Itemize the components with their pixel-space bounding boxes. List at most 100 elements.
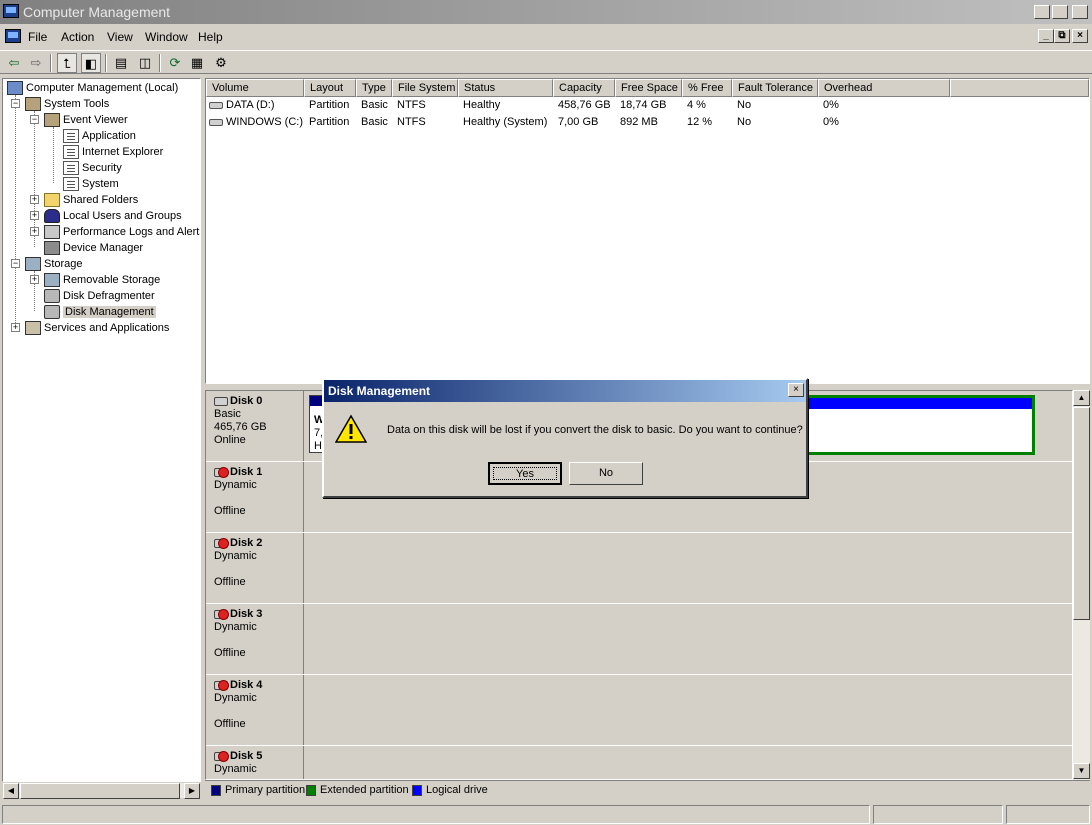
window-title-bar[interactable]: Computer Management _ □ × bbox=[0, 0, 1092, 24]
disk-row: Disk 3 Dynamic Offline bbox=[206, 604, 1072, 675]
disk-partitions[interactable] bbox=[305, 604, 1072, 674]
close-button[interactable]: × bbox=[1072, 5, 1088, 19]
expand-services[interactable]: + bbox=[11, 323, 20, 332]
child-close-button[interactable]: × bbox=[1072, 29, 1088, 43]
child-minimize-button[interactable]: _ bbox=[1038, 29, 1054, 43]
collapse-system-tools[interactable]: − bbox=[11, 99, 20, 108]
expand-shared-folders[interactable]: + bbox=[30, 195, 39, 204]
disk-icon bbox=[214, 396, 228, 406]
properties-icon[interactable]: ▤ bbox=[111, 53, 131, 73]
refresh-icon[interactable]: ⟳ bbox=[165, 53, 185, 73]
disk-label[interactable]: Disk 3 Dynamic Offline bbox=[206, 604, 304, 674]
expand-removable-storage[interactable]: + bbox=[30, 275, 39, 284]
tree-system-tools[interactable]: System Tools bbox=[25, 96, 109, 112]
column-header-capacity[interactable]: Capacity bbox=[553, 79, 615, 97]
confirm-dialog: Disk Management × Data on this disk will… bbox=[322, 378, 808, 498]
show-hide-tree-icon[interactable]: ◧ bbox=[81, 53, 101, 73]
dialog-close-button[interactable]: × bbox=[788, 383, 804, 397]
type-cell: Basic bbox=[361, 116, 388, 128]
services-icon bbox=[25, 321, 41, 336]
disk-vertical-scrollbar[interactable]: ▲ ▼ bbox=[1073, 390, 1090, 780]
scroll-thumb[interactable] bbox=[20, 783, 180, 799]
scroll-down-button[interactable]: ▼ bbox=[1073, 763, 1090, 779]
disk-partitions[interactable] bbox=[305, 533, 1072, 603]
disk-label[interactable]: Disk 1 Dynamic Offline bbox=[206, 462, 304, 532]
fault-tolerance-cell: No bbox=[737, 116, 752, 128]
disk-label[interactable]: Disk 4 Dynamic Offline bbox=[206, 675, 304, 745]
dialog-title-bar[interactable]: Disk Management × bbox=[324, 380, 806, 402]
tree-local-users[interactable]: Local Users and Groups bbox=[44, 208, 182, 224]
expand-perf-logs[interactable]: + bbox=[30, 227, 39, 236]
system-menu-icon[interactable] bbox=[5, 29, 21, 43]
disk-label[interactable]: Disk 0 Basic 465,76 GB Online bbox=[206, 391, 304, 461]
no-button[interactable]: No bbox=[569, 462, 643, 485]
disk-name: Disk 4 bbox=[230, 679, 263, 691]
forward-icon[interactable]: ⇨ bbox=[26, 53, 46, 73]
scroll-left-button[interactable]: ◀ bbox=[3, 783, 19, 799]
tree-removable-storage[interactable]: Removable Storage bbox=[44, 272, 160, 288]
column-header-volume[interactable]: Volume bbox=[206, 79, 304, 97]
tree-event-viewer[interactable]: Event Viewer bbox=[44, 112, 128, 128]
tree-root[interactable]: Computer Management (Local) bbox=[7, 80, 178, 96]
back-icon[interactable]: ⇦ bbox=[4, 53, 24, 73]
scroll-right-button[interactable]: ▶ bbox=[184, 783, 200, 799]
column-header-type[interactable]: Type bbox=[356, 79, 392, 97]
tree-storage[interactable]: Storage bbox=[25, 256, 83, 272]
column-header-layout[interactable]: Layout bbox=[304, 79, 356, 97]
help-icon[interactable]: ◫ bbox=[135, 53, 155, 73]
column-header-file-system[interactable]: File System bbox=[392, 79, 458, 97]
disk-partitions[interactable] bbox=[305, 746, 1072, 779]
tree-device-manager[interactable]: Device Manager bbox=[44, 240, 143, 256]
column-header-overhead[interactable]: Overhead bbox=[818, 79, 950, 97]
computer-icon bbox=[7, 81, 23, 96]
column-header-fault-tolerance[interactable]: Fault Tolerance bbox=[732, 79, 818, 97]
up-one-level-icon[interactable]: ⮤ bbox=[57, 53, 77, 73]
disk-partitions[interactable] bbox=[305, 675, 1072, 745]
no-label: No bbox=[598, 467, 614, 479]
collapse-storage[interactable]: − bbox=[11, 259, 20, 268]
tree-system-log[interactable]: System bbox=[63, 176, 119, 192]
menu-window[interactable]: Window bbox=[145, 30, 188, 44]
maximize-button[interactable]: □ bbox=[1052, 5, 1068, 19]
scroll-up-button[interactable]: ▲ bbox=[1073, 390, 1090, 406]
menu-view[interactable]: View bbox=[107, 30, 133, 44]
menu-action[interactable]: Action bbox=[61, 30, 94, 44]
expand-local-users[interactable]: + bbox=[30, 211, 39, 220]
disk-label[interactable]: Disk 2 Dynamic Offline bbox=[206, 533, 304, 603]
disk-row: Disk 4 Dynamic Offline bbox=[206, 675, 1072, 746]
fault-tolerance-cell: No bbox=[737, 99, 752, 111]
tree-disk-management[interactable]: Disk Management bbox=[44, 304, 156, 320]
tree-shared-folders[interactable]: Shared Folders bbox=[44, 192, 138, 208]
scroll-thumb[interactable] bbox=[1073, 407, 1090, 620]
yes-button[interactable]: Yes bbox=[488, 462, 562, 485]
tree-services-applications[interactable]: Services and Applications bbox=[25, 320, 169, 336]
status-cell: Healthy (System) bbox=[463, 116, 548, 128]
tree-internet-explorer-log[interactable]: Internet Explorer bbox=[63, 144, 163, 160]
column-header-percent-free[interactable]: % Free bbox=[682, 79, 732, 97]
tree-label: Security bbox=[82, 162, 122, 174]
tree-horizontal-scrollbar[interactable]: ◀ ▶ bbox=[2, 782, 201, 799]
export-list-icon[interactable]: ▦ bbox=[187, 53, 207, 73]
tree-label: Device Manager bbox=[63, 242, 144, 254]
tree-perf-logs[interactable]: Performance Logs and Alerts bbox=[44, 224, 200, 240]
column-header-status[interactable]: Status bbox=[458, 79, 553, 97]
logical-swatch bbox=[412, 784, 422, 796]
menu-help[interactable]: Help bbox=[198, 30, 223, 44]
menu-file[interactable]: File bbox=[28, 30, 47, 44]
minimize-button[interactable]: _ bbox=[1034, 5, 1050, 19]
column-header-free-space[interactable]: Free Space bbox=[615, 79, 682, 97]
volume-cell[interactable]: DATA (D:) bbox=[209, 97, 274, 113]
users-icon bbox=[44, 209, 60, 224]
partition-windows[interactable]: W 7, H bbox=[309, 395, 324, 453]
primary-swatch bbox=[211, 784, 221, 796]
collapse-event-viewer[interactable]: − bbox=[30, 115, 39, 124]
partition-legend: Primary partition Extended partition Log… bbox=[205, 780, 1090, 798]
settings-icon[interactable]: ⚙ bbox=[211, 53, 231, 73]
tree-security-log[interactable]: Security bbox=[63, 160, 122, 176]
log-icon bbox=[63, 177, 79, 192]
volume-cell[interactable]: WINDOWS (C:) bbox=[209, 114, 303, 130]
disk-label[interactable]: Disk 5 Dynamic bbox=[206, 746, 304, 779]
tree-disk-defragmenter[interactable]: Disk Defragmenter bbox=[44, 288, 155, 304]
child-restore-button[interactable]: ⧉ bbox=[1054, 29, 1070, 43]
tree-application-log[interactable]: Application bbox=[63, 128, 136, 144]
